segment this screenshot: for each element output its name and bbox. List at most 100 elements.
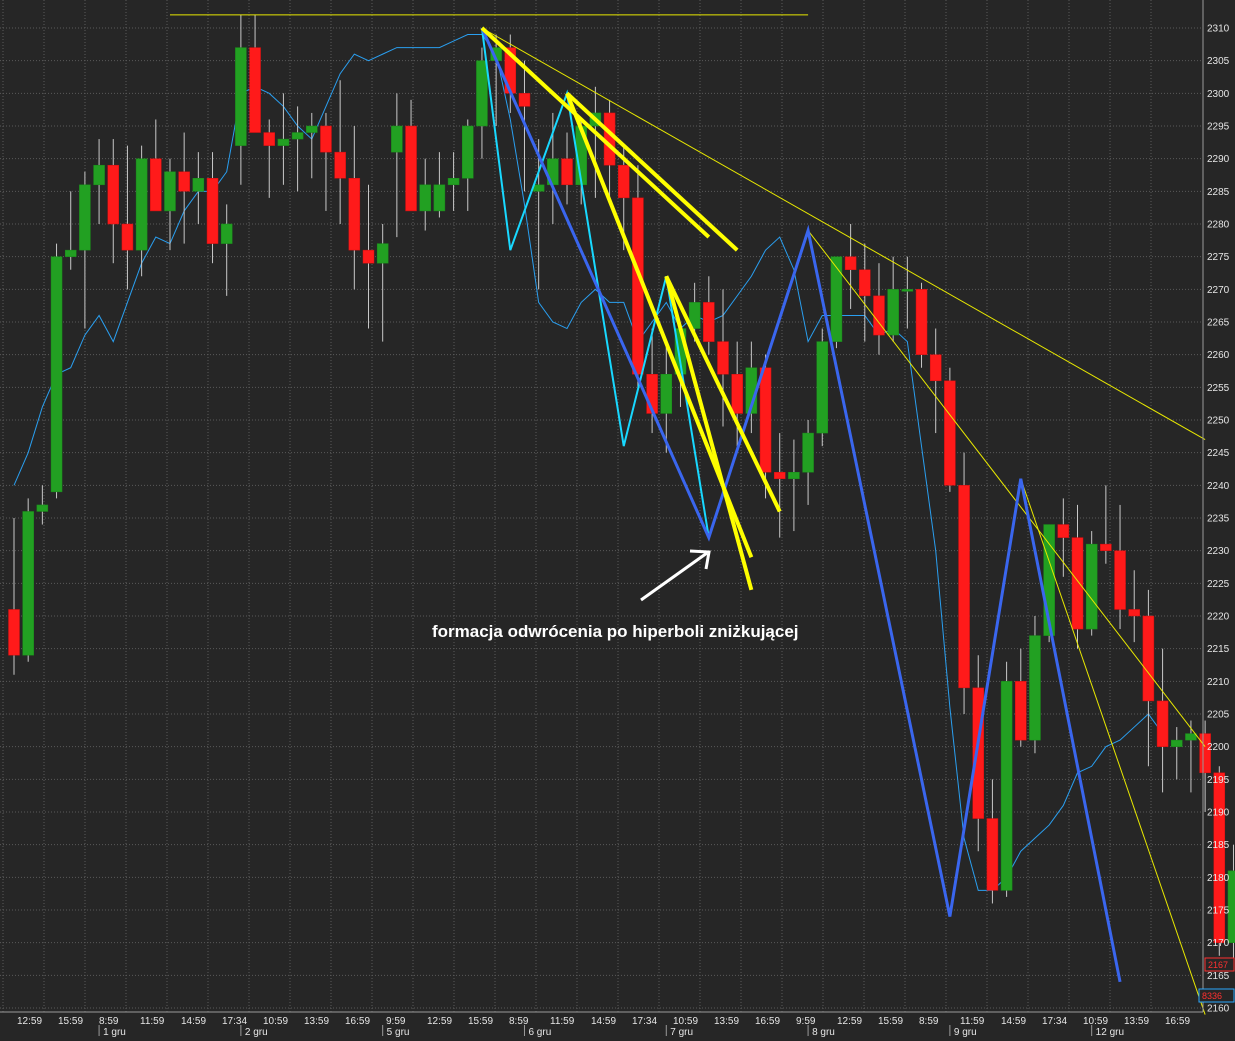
candle-body-down — [107, 164, 120, 225]
candle-body-down — [859, 269, 871, 297]
date-label: 12 gru — [1096, 1027, 1124, 1038]
y-tick-label: 2230 — [1207, 546, 1230, 557]
date-label: 6 gru — [528, 1027, 551, 1038]
candle-body-up — [419, 184, 431, 212]
y-tick-label: 2225 — [1207, 579, 1230, 590]
x-tick-label: 15:59 — [468, 1016, 493, 1027]
y-tick-label: 2190 — [1207, 808, 1230, 819]
date-label: 9 gru — [954, 1027, 977, 1038]
candle-body-up — [220, 223, 233, 244]
candle — [1213, 766, 1226, 956]
x-tick-label: 14:59 — [1001, 1016, 1026, 1027]
y-tick-label: 2215 — [1207, 644, 1230, 655]
candle-body-down — [518, 93, 531, 107]
candle-body-up — [93, 164, 105, 186]
x-tick-label: 11:59 — [140, 1016, 165, 1027]
candle — [944, 367, 956, 492]
annotation-text: formacja odwrócenia po hiperboli zniżkuj… — [432, 622, 799, 641]
candle-body-up — [1171, 739, 1183, 747]
date-label: 1 gru — [103, 1027, 126, 1038]
x-tick-label: 17:34 — [1042, 1016, 1067, 1027]
y-tick-label: 2295 — [1207, 122, 1230, 133]
candlestick-chart: 2160 2165 2170 2175 2180 2185 2190 2195 2200 2205… — [0, 0, 1235, 1041]
candle-body-up — [476, 60, 488, 127]
y-tick-label: 2195 — [1207, 775, 1230, 786]
y-tick-label: 2200 — [1207, 742, 1230, 753]
candle-body-down — [1114, 550, 1126, 610]
y-tick-label: 2285 — [1207, 187, 1230, 198]
date-label: 8 gru — [812, 1027, 835, 1038]
candle-body-down — [178, 171, 190, 192]
candle-body-down — [320, 125, 332, 153]
x-tick-label: 11:59 — [550, 1016, 575, 1027]
y-tick-label: 2205 — [1207, 710, 1230, 721]
candle-body-up — [306, 125, 318, 133]
candle — [1000, 661, 1013, 897]
y-tick-label: 2240 — [1207, 481, 1230, 492]
candle-body-down — [873, 295, 885, 336]
last-price-label: 2167 — [1208, 960, 1228, 970]
candle-body-down — [334, 151, 346, 179]
volume-label: 8336 — [1202, 991, 1222, 1001]
candle-body-up — [816, 341, 829, 434]
candle-body-down — [617, 164, 630, 199]
candle-body-down — [972, 687, 984, 819]
y-tick-label: 2250 — [1207, 416, 1230, 427]
y-tick-label: 2265 — [1207, 318, 1230, 329]
x-tick-label: 8:59 — [509, 1016, 529, 1027]
x-tick-label: 9:59 — [796, 1016, 816, 1027]
candle-body-down — [603, 112, 616, 166]
x-tick-label: 14:59 — [181, 1016, 206, 1027]
candle-body-down — [703, 302, 715, 342]
candle-body-down — [1057, 524, 1070, 538]
candle-body-down — [986, 818, 999, 891]
candle-body-up — [22, 511, 34, 656]
candle-body-up — [36, 504, 49, 512]
candle-body-down — [1213, 772, 1226, 943]
candle-body-down — [1071, 537, 1084, 630]
candle-body-down — [844, 256, 857, 270]
candle-body-down — [1128, 609, 1140, 617]
candle-body-up — [192, 178, 205, 192]
candle-body-up — [830, 256, 843, 342]
candle-body-up — [376, 243, 389, 264]
x-tick-label: 11:59 — [960, 1016, 985, 1027]
y-tick-label: 2290 — [1207, 154, 1230, 165]
y-tick-label: 2255 — [1207, 383, 1230, 394]
candle-body-up — [164, 171, 176, 212]
candle-body-up — [887, 289, 899, 336]
y-tick-label: 2270 — [1207, 285, 1230, 296]
candle-body-up — [391, 125, 403, 153]
x-tick-label: 8:59 — [919, 1016, 939, 1027]
candle-body-up — [64, 249, 77, 257]
candle — [816, 328, 829, 447]
date-label: 5 gru — [387, 1027, 410, 1038]
date-label: 7 gru — [670, 1027, 693, 1038]
candle-body-down — [8, 609, 20, 656]
candle-body-down — [561, 158, 573, 186]
candle-body-up — [802, 432, 814, 473]
candle-body-down — [929, 354, 942, 382]
x-tick-label: 16:59 — [345, 1016, 370, 1027]
x-tick-label: 17:34 — [632, 1016, 657, 1027]
candle-body-up — [462, 125, 474, 179]
candle-body-up — [235, 47, 247, 146]
x-tick-label: 12:59 — [17, 1016, 42, 1027]
candle-body-down — [731, 374, 743, 414]
y-tick-label: 2310 — [1207, 24, 1230, 35]
candle-body-down — [1015, 681, 1027, 741]
candle-body-up — [901, 289, 914, 292]
candle-body-down — [773, 472, 786, 480]
candle-body-down — [759, 367, 772, 473]
y-tick-label: 2305 — [1207, 56, 1230, 67]
candle — [50, 243, 63, 499]
candle-body-up — [291, 132, 304, 140]
candle-body-down — [206, 178, 219, 244]
candle — [830, 256, 843, 349]
candle-body-up — [135, 158, 148, 251]
candle-body-up — [277, 138, 290, 146]
candle-body-up — [50, 256, 63, 493]
y-tick-label: 2160 — [1207, 1004, 1230, 1015]
candle-body-down — [717, 341, 729, 375]
candle-body-up — [1029, 635, 1041, 741]
